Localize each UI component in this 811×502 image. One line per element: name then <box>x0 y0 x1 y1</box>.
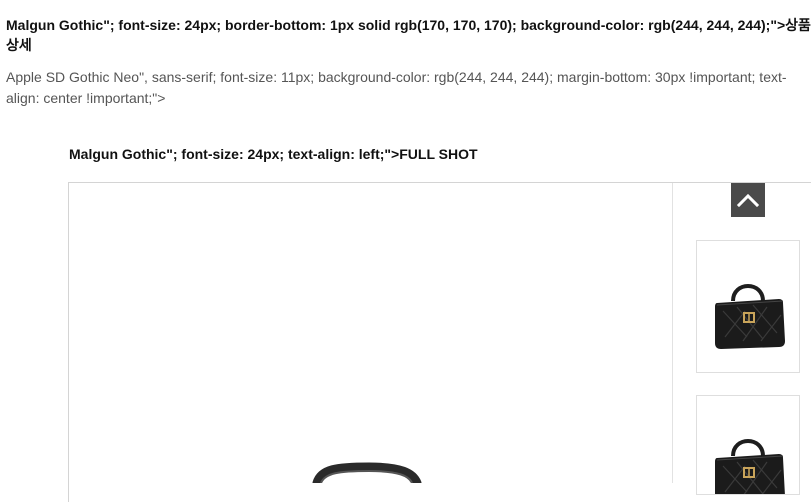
main-product-image[interactable] <box>69 183 672 483</box>
full-shot-title: Malgun Gothic"; font-size: 24px; text-al… <box>69 144 478 164</box>
handbag-icon <box>715 439 785 494</box>
chevron-up-icon <box>737 193 759 207</box>
product-detail-heading: Malgun Gothic"; font-size: 24px; border-… <box>6 17 811 53</box>
thumbnail-2[interactable] <box>696 395 800 495</box>
product-detail-subtext: Apple SD Gothic Neo", sans-serif; font-s… <box>6 69 787 106</box>
gallery-divider <box>672 183 673 483</box>
scroll-top-button[interactable] <box>731 183 765 217</box>
handbag-icon <box>715 284 785 349</box>
thumbnail-1[interactable] <box>696 240 800 373</box>
full-shot-title-label: FULL SHOT <box>399 146 478 162</box>
full-shot-title-prefix: Malgun Gothic"; font-size: 24px; text-al… <box>69 146 400 162</box>
handbag-icon <box>312 462 422 483</box>
